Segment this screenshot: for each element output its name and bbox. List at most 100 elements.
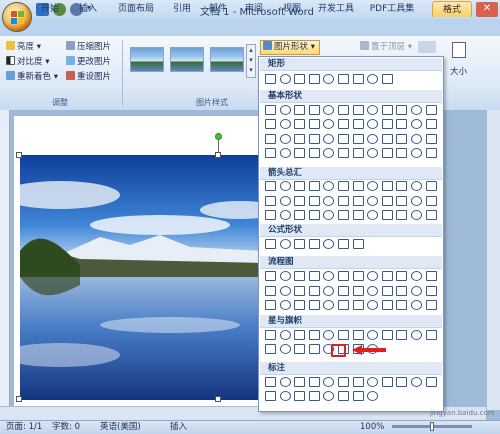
shape-option[interactable] <box>308 74 320 84</box>
shape-option[interactable] <box>411 196 422 206</box>
tab-page-layout[interactable]: 页面布局 <box>114 1 158 17</box>
shape-option[interactable] <box>411 181 422 191</box>
shape-option[interactable] <box>323 181 335 191</box>
zoom-level[interactable]: 100% <box>360 421 384 433</box>
shape-option[interactable] <box>396 271 408 281</box>
crop-icon[interactable] <box>452 42 466 58</box>
shape-option[interactable] <box>425 181 437 191</box>
shape-option[interactable] <box>381 271 393 281</box>
shape-option[interactable] <box>396 300 408 310</box>
shape-option[interactable] <box>396 330 408 340</box>
shape-option[interactable] <box>411 134 422 144</box>
resize-handle[interactable] <box>16 152 22 158</box>
shape-option[interactable] <box>338 74 349 84</box>
shape-option[interactable] <box>352 74 364 84</box>
shape-option[interactable] <box>425 148 437 158</box>
tab-view[interactable]: 视图 <box>278 1 306 17</box>
shape-option[interactable] <box>265 181 276 191</box>
shape-option[interactable] <box>352 134 364 144</box>
shape-option[interactable] <box>279 134 291 144</box>
shape-option[interactable] <box>352 286 364 296</box>
shape-option[interactable] <box>411 105 422 115</box>
shape-option[interactable] <box>323 196 335 206</box>
shape-option[interactable] <box>411 286 422 296</box>
shape-option[interactable] <box>367 105 379 115</box>
shape-option[interactable] <box>323 271 335 281</box>
shape-option[interactable] <box>294 344 306 354</box>
shape-option[interactable] <box>265 377 276 387</box>
shape-option[interactable] <box>279 377 291 387</box>
shape-option[interactable] <box>294 210 306 220</box>
shape-option[interactable] <box>323 300 335 310</box>
shape-option[interactable] <box>338 300 349 310</box>
shape-option[interactable] <box>308 239 320 249</box>
shape-option[interactable] <box>367 300 379 310</box>
shape-option[interactable] <box>265 286 276 296</box>
shape-option[interactable] <box>411 300 422 310</box>
shape-option[interactable] <box>294 181 306 191</box>
shape-option[interactable] <box>323 210 335 220</box>
shape-option[interactable] <box>308 181 320 191</box>
style-scroll[interactable]: ▴ ▾ ▾ <box>246 44 256 78</box>
shape-option[interactable] <box>381 134 393 144</box>
shape-option[interactable] <box>279 119 291 129</box>
shape-option[interactable] <box>352 300 364 310</box>
shape-option[interactable] <box>338 119 349 129</box>
shape-option[interactable] <box>367 74 379 84</box>
shape-option[interactable] <box>265 148 276 158</box>
shape-option[interactable] <box>411 148 422 158</box>
shape-option[interactable] <box>265 239 276 249</box>
shape-option[interactable] <box>367 119 379 129</box>
shape-option[interactable] <box>279 286 291 296</box>
shape-option[interactable] <box>323 105 335 115</box>
shape-option[interactable] <box>308 300 320 310</box>
shape-option[interactable] <box>367 210 379 220</box>
shape-option[interactable] <box>308 119 320 129</box>
shape-option[interactable] <box>381 181 393 191</box>
shape-option[interactable] <box>265 119 276 129</box>
language[interactable]: 英语(美国) <box>100 421 141 433</box>
tab-insert[interactable]: 插入 <box>74 1 102 17</box>
shape-option[interactable] <box>338 377 349 387</box>
shape-option[interactable] <box>265 105 276 115</box>
shape-option[interactable] <box>279 391 291 401</box>
style-thumb-1[interactable] <box>130 47 164 72</box>
shape-option[interactable] <box>338 148 349 158</box>
compress-pictures-button[interactable]: 压缩图片 <box>66 41 111 53</box>
shape-option[interactable] <box>308 134 320 144</box>
shape-option[interactable] <box>425 210 437 220</box>
lake-photo[interactable] <box>20 155 265 400</box>
recolor-button[interactable]: 重新着色 ▾ <box>6 71 58 83</box>
shape-option[interactable] <box>381 148 393 158</box>
shape-option[interactable] <box>367 286 379 296</box>
shape-option[interactable] <box>425 330 437 340</box>
shape-option[interactable] <box>367 271 379 281</box>
shape-option[interactable] <box>367 330 379 340</box>
shape-option[interactable] <box>425 286 437 296</box>
shape-option[interactable] <box>381 300 393 310</box>
shape-option[interactable] <box>396 210 408 220</box>
style-thumb-2[interactable] <box>170 47 204 72</box>
shape-option[interactable] <box>352 148 364 158</box>
shape-option[interactable] <box>411 210 422 220</box>
shape-option[interactable] <box>323 134 335 144</box>
shape-option[interactable] <box>279 300 291 310</box>
shape-option[interactable] <box>425 119 437 129</box>
shape-option[interactable] <box>396 134 408 144</box>
shape-option[interactable] <box>367 196 379 206</box>
shape-option[interactable] <box>294 119 306 129</box>
shape-option[interactable] <box>308 196 320 206</box>
shape-option[interactable] <box>425 196 437 206</box>
shape-option[interactable] <box>294 105 306 115</box>
shape-option[interactable] <box>279 344 291 354</box>
shape-option[interactable] <box>396 119 408 129</box>
shape-option[interactable] <box>381 330 393 340</box>
shape-option[interactable] <box>396 181 408 191</box>
shape-option[interactable] <box>323 239 335 249</box>
shape-option[interactable] <box>338 196 349 206</box>
shape-option[interactable] <box>411 330 422 340</box>
shape-option[interactable] <box>425 377 437 387</box>
vertical-scrollbar[interactable] <box>486 110 500 410</box>
shape-option[interactable] <box>265 271 276 281</box>
shape-option[interactable] <box>279 148 291 158</box>
